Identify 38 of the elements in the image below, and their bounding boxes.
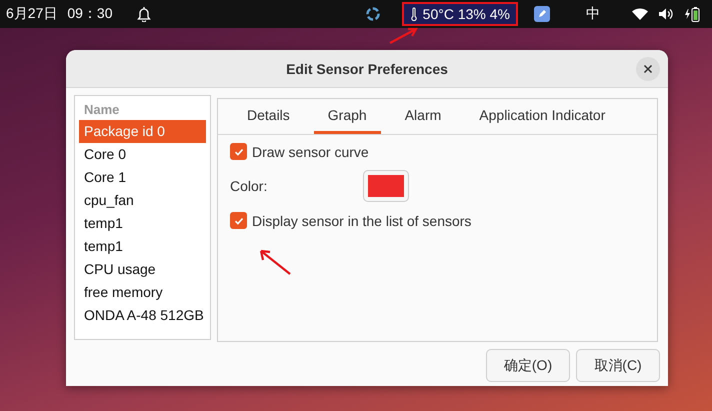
checkbox[interactable] [230,143,247,160]
date-text[interactable]: 6月27日 [6,5,58,23]
sensor-item[interactable]: Package id 0 [79,120,206,143]
sensor-item[interactable]: ONDA A-48 512GB [79,304,206,327]
thermometer-icon [410,7,418,21]
checkbox-label[interactable]: Display sensor in the list of sensors [252,212,472,228]
battery-icon[interactable] [684,6,700,22]
dialog-button[interactable]: 确定(O) [486,349,570,382]
sensor-item[interactable]: temp1 [79,212,206,235]
sensor-item[interactable]: Core 1 [79,166,206,189]
note-icon[interactable] [534,6,550,22]
close-button[interactable] [636,57,660,81]
tab[interactable]: Alarm [390,99,456,134]
dialog-button[interactable]: 取消(C) [576,349,660,382]
wifi-icon[interactable] [632,8,648,20]
color-picker-button[interactable] [363,170,409,202]
sensor-item[interactable]: temp1 [79,235,206,258]
color-label: Color: [230,178,268,194]
sensor-item[interactable]: cpu_fan [79,189,206,212]
sensor-indicator[interactable]: 50°C 13% 4% [402,2,518,26]
tab[interactable]: Application Indicator [465,99,620,134]
checkbox-label[interactable]: Draw sensor curve [252,144,369,160]
bell-icon[interactable] [136,6,151,22]
checkbox[interactable] [230,212,247,229]
tab[interactable]: Graph [314,99,381,134]
sensor-item[interactable]: free memory [79,281,206,304]
annotation-arrow [258,248,292,276]
dialog-title: Edit Sensor Preferences [286,60,448,76]
tab[interactable]: Details [233,99,304,134]
sensor-item[interactable]: Core 0 [79,143,206,166]
app-icon[interactable] [366,7,380,21]
sensor-item[interactable]: CPU usage [79,258,206,281]
clock-text[interactable]: 09：30 [67,5,113,23]
close-icon [643,64,653,74]
volume-icon[interactable] [658,7,674,21]
indicator-text: 50°C 13% 4% [422,6,510,22]
input-method-text[interactable]: 中 [586,5,600,23]
annotation-arrow [389,26,419,44]
